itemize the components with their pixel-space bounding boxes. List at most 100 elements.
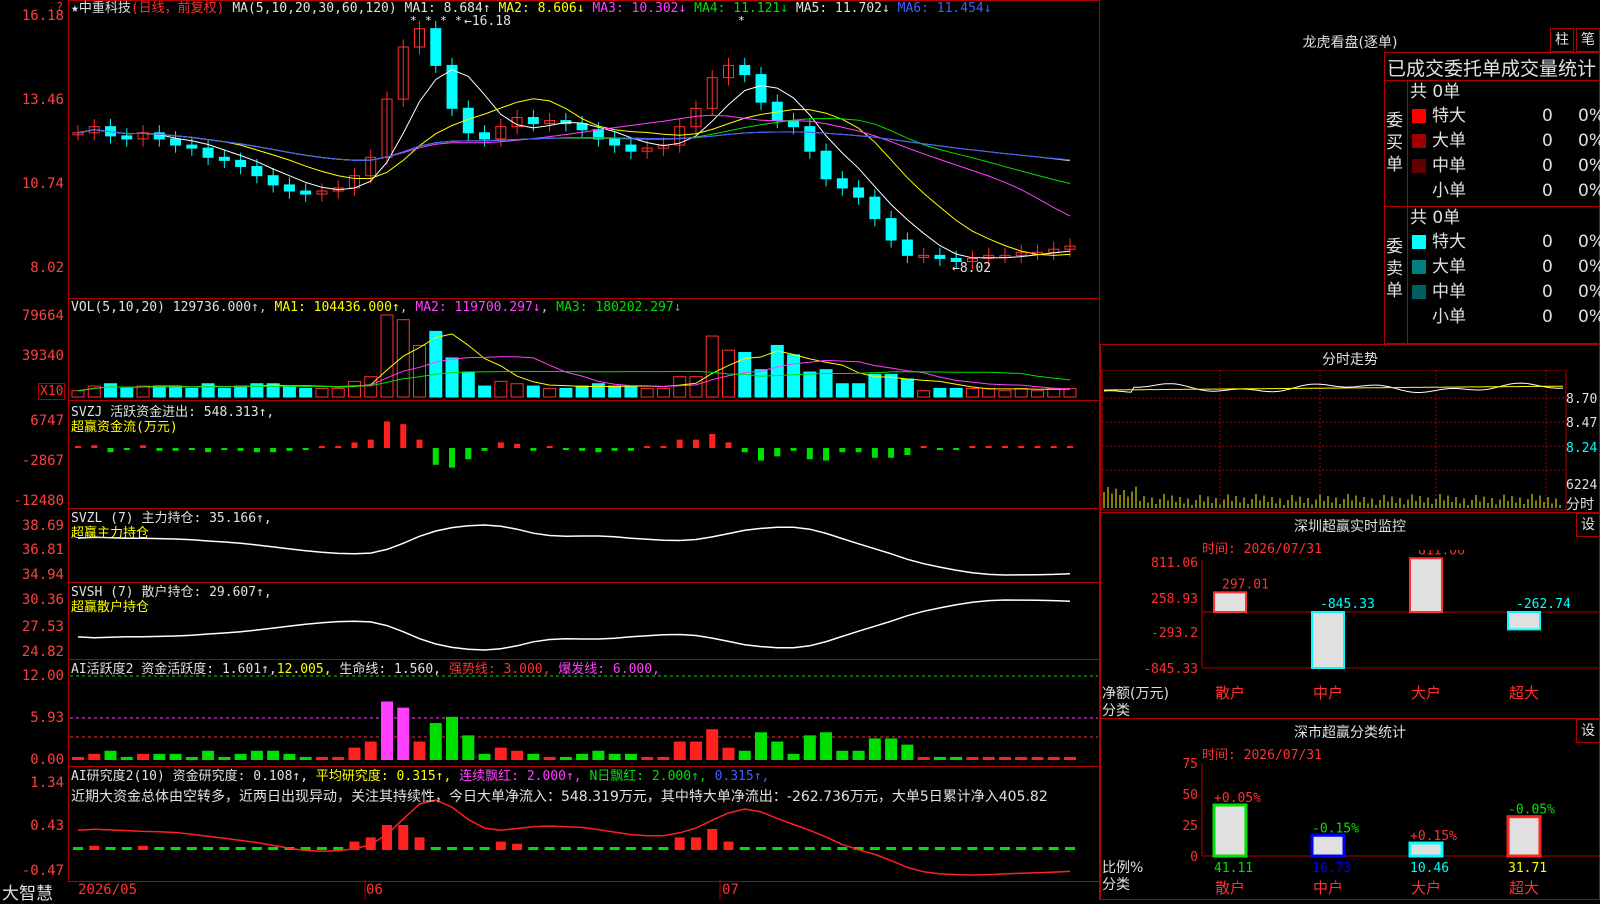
candle-body (300, 190, 312, 195)
flow-bar (644, 446, 651, 448)
research-bar (707, 829, 718, 850)
ai1-legend: AI活跃度2 资金活跃度: 1.601↑,12.005, 生命线: 1.560,… (71, 662, 660, 677)
research-bar (1065, 847, 1075, 850)
flow-bar (253, 448, 260, 453)
flow-bar (1050, 446, 1057, 448)
research-bar (918, 847, 929, 850)
fenshi-vol: 6224 (1566, 478, 1598, 493)
volume-bar (445, 357, 459, 398)
volume-bar (559, 387, 573, 398)
ytick: 75 (1182, 757, 1198, 772)
kline-chart[interactable]: * * * * * (0, 0, 1100, 900)
fenshi-title: 分时走势 (1322, 352, 1378, 368)
ai2-ytick: -0.47 (21, 863, 64, 879)
candle-body (479, 132, 491, 140)
star-icon[interactable]: ★ (71, 1, 79, 16)
category-label: 中户 (1313, 879, 1343, 897)
vol-legend: VOL(5,10,20) 129736.000↑, MA1: 104436.00… (71, 300, 682, 315)
volume-bar (1030, 390, 1044, 398)
flow-bar (188, 448, 195, 450)
volume-bar (543, 387, 557, 398)
bar-mode-button[interactable]: 柱 (1550, 28, 1574, 52)
ma-line (77, 69, 1071, 259)
fenshi-chart[interactable] (1100, 370, 1570, 512)
research-bar (625, 847, 636, 850)
activity-bar (787, 753, 800, 760)
stock-name[interactable]: 中重科技 (79, 1, 131, 16)
buy-side-label: 委买单 (1386, 111, 1403, 175)
activity-bar (641, 756, 654, 760)
price-legend: ★中重科技(日线，前复权) MA(5,10,20,30,60,120) MA1:… (71, 1, 992, 16)
activity-bar (315, 756, 328, 760)
research-bar (365, 837, 376, 850)
activity-bar (576, 753, 589, 760)
candle-body (739, 64, 751, 76)
activity-bar (657, 756, 670, 760)
lhb-name: 小单 (1432, 307, 1466, 327)
color-swatch (1412, 184, 1426, 198)
activity-bar (283, 753, 296, 760)
candle-body (755, 74, 767, 103)
activity-bar (202, 750, 215, 760)
activity-bar (348, 747, 361, 760)
volume-bar (640, 387, 654, 398)
research-bar (528, 847, 539, 850)
volume-bar (136, 385, 150, 398)
activity-bar (72, 757, 84, 760)
ytick: 0 (1190, 850, 1198, 865)
volume-bar (510, 383, 524, 398)
flow-bar (481, 448, 488, 451)
activity-bar (169, 753, 182, 760)
activity-bar (592, 750, 605, 760)
volume-bar (803, 371, 817, 398)
change-label: +0.15% (1410, 829, 1457, 844)
research-bar (333, 847, 344, 850)
ai2-legend: AI研究度2(10) 资金研究度: 0.108↑, 平均研究度: 0.315↑,… (71, 769, 770, 784)
research-bar (544, 847, 555, 850)
activity-bar (120, 756, 133, 760)
activity-bar (885, 738, 898, 760)
activity-bar (1047, 756, 1060, 760)
activity-bar (933, 756, 946, 760)
lhb-pct: 0% (1578, 232, 1600, 252)
flow-bar (1034, 446, 1041, 448)
activity-bar (901, 744, 914, 760)
category-label: 散户 (1215, 684, 1245, 702)
category-label: 中户 (1313, 684, 1343, 702)
sz-monitor-settings-button[interactable]: 设 (1576, 513, 1600, 537)
research-bar (447, 847, 458, 850)
flow-bar (514, 443, 521, 448)
lhb-name: 特大 (1432, 232, 1466, 252)
sc-stat-settings-button[interactable]: 设 (1576, 719, 1600, 743)
research-bar (268, 847, 279, 850)
research-bar (804, 847, 815, 850)
research-bar (219, 847, 230, 850)
ratio-bar (1506, 815, 1542, 858)
candle-body (609, 138, 621, 146)
activity-bar (852, 750, 865, 760)
ratio-bar (1310, 833, 1346, 858)
flow-bar (416, 439, 423, 448)
volume-bar (965, 387, 979, 398)
high-marker: ←16.18 (464, 14, 511, 29)
tick-mode-button[interactable]: 笔 (1576, 28, 1600, 52)
brand-logo[interactable]: 大智慧 (2, 879, 53, 904)
volume-bar (104, 383, 118, 398)
flow-bar (302, 448, 309, 450)
volume-bar (315, 387, 329, 398)
ytick: 258.93 (1151, 592, 1198, 607)
price-ytick: 10.74 (21, 176, 64, 192)
research-bar (690, 837, 701, 850)
activity-bar (267, 750, 280, 760)
lhb-count: 0 (1542, 307, 1553, 327)
research-bar (121, 847, 132, 850)
sc-stat-chart[interactable]: 75 50 25 0 +0.05% 41.11 散户 -0.15% 16.73 中户 +0.15% 1… (1100, 755, 1600, 900)
lhb-count: 0 (1542, 106, 1553, 126)
sz-monitor-chart[interactable]: 811.06 258.93 -293.2 -845.33 297.01 散户 -845.33… (1100, 550, 1600, 720)
research-bar (788, 847, 799, 850)
flow-bar (156, 448, 163, 451)
color-swatch (1412, 235, 1426, 249)
flow-bar (871, 448, 878, 458)
activity-bar (397, 707, 410, 760)
activity-bar (153, 753, 166, 760)
